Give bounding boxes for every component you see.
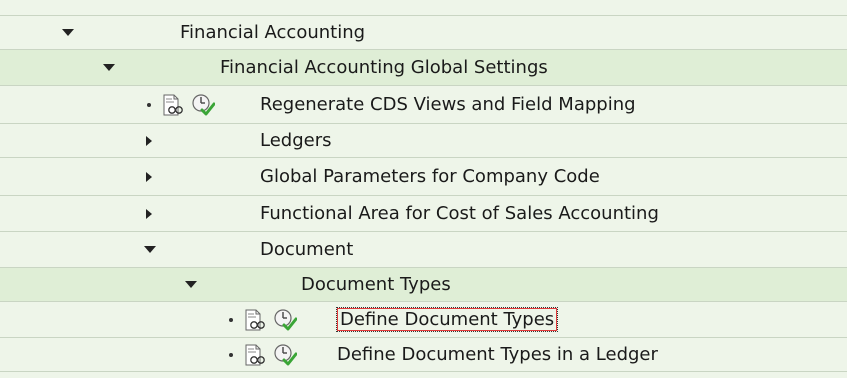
img-tree: Financial Accounting Financial Accountin…: [0, 0, 847, 378]
tree-item-label: Global Parameters for Company Code: [260, 166, 600, 187]
leaf-bullet-icon: [229, 302, 233, 337]
expand-arrow-down-icon[interactable]: [62, 16, 74, 49]
tree-row-ledgers[interactable]: Ledgers: [0, 124, 847, 158]
selected-node-text[interactable]: Define Document Types: [335, 307, 559, 332]
leaf-bullet-icon: [229, 338, 233, 371]
tree-item-label: Financial Accounting Global Settings: [220, 57, 548, 78]
expand-arrow-down-icon[interactable]: [144, 232, 156, 267]
expand-arrow-right-icon[interactable]: [146, 196, 152, 231]
tree-row-fa-global-settings[interactable]: Financial Accounting Global Settings: [0, 50, 847, 86]
tree-item-label-selected[interactable]: Define Document Types: [335, 302, 559, 337]
tree-row-define-doc-types-ledger[interactable]: Define Document Types in a Ledger: [0, 338, 847, 372]
documentation-icon[interactable]: [244, 338, 266, 371]
documentation-icon[interactable]: [244, 302, 266, 337]
tree-row-global-parameters[interactable]: Global Parameters for Company Code: [0, 158, 847, 196]
execute-activity-icon[interactable]: [273, 302, 297, 337]
tree-row-financial-accounting[interactable]: Financial Accounting: [0, 16, 847, 50]
execute-activity-icon[interactable]: [191, 86, 215, 123]
expand-arrow-down-icon[interactable]: [103, 50, 115, 85]
tree-item-label: Document Types: [301, 274, 451, 295]
tree-row-define-document-types[interactable]: Define Document Types: [0, 302, 847, 338]
tree-row-partial-bottom: [0, 372, 847, 378]
tree-row-document-types[interactable]: Document Types: [0, 268, 847, 302]
tree-item-label: Ledgers: [260, 130, 332, 151]
tree-row-functional-area[interactable]: Functional Area for Cost of Sales Accoun…: [0, 196, 847, 232]
tree-item-label: Define Document Types in a Ledger: [337, 344, 658, 365]
documentation-icon[interactable]: [162, 86, 184, 123]
leaf-bullet-icon: [147, 86, 151, 123]
tree-item-label: Financial Accounting: [180, 22, 366, 43]
tree-item-label: Regenerate CDS Views and Field Mapping: [260, 94, 636, 115]
tree-row-document[interactable]: Document: [0, 232, 847, 268]
expand-arrow-right-icon[interactable]: [146, 124, 152, 157]
execute-activity-icon[interactable]: [273, 338, 297, 371]
tree-item-label: Document: [260, 239, 354, 260]
expand-arrow-right-icon[interactable]: [146, 158, 152, 195]
tree-row-regenerate-cds[interactable]: Regenerate CDS Views and Field Mapping: [0, 86, 847, 124]
expand-arrow-down-icon[interactable]: [185, 268, 197, 301]
tree-item-label: Functional Area for Cost of Sales Accoun…: [260, 203, 659, 224]
tree-row-partial-top: [0, 0, 847, 16]
